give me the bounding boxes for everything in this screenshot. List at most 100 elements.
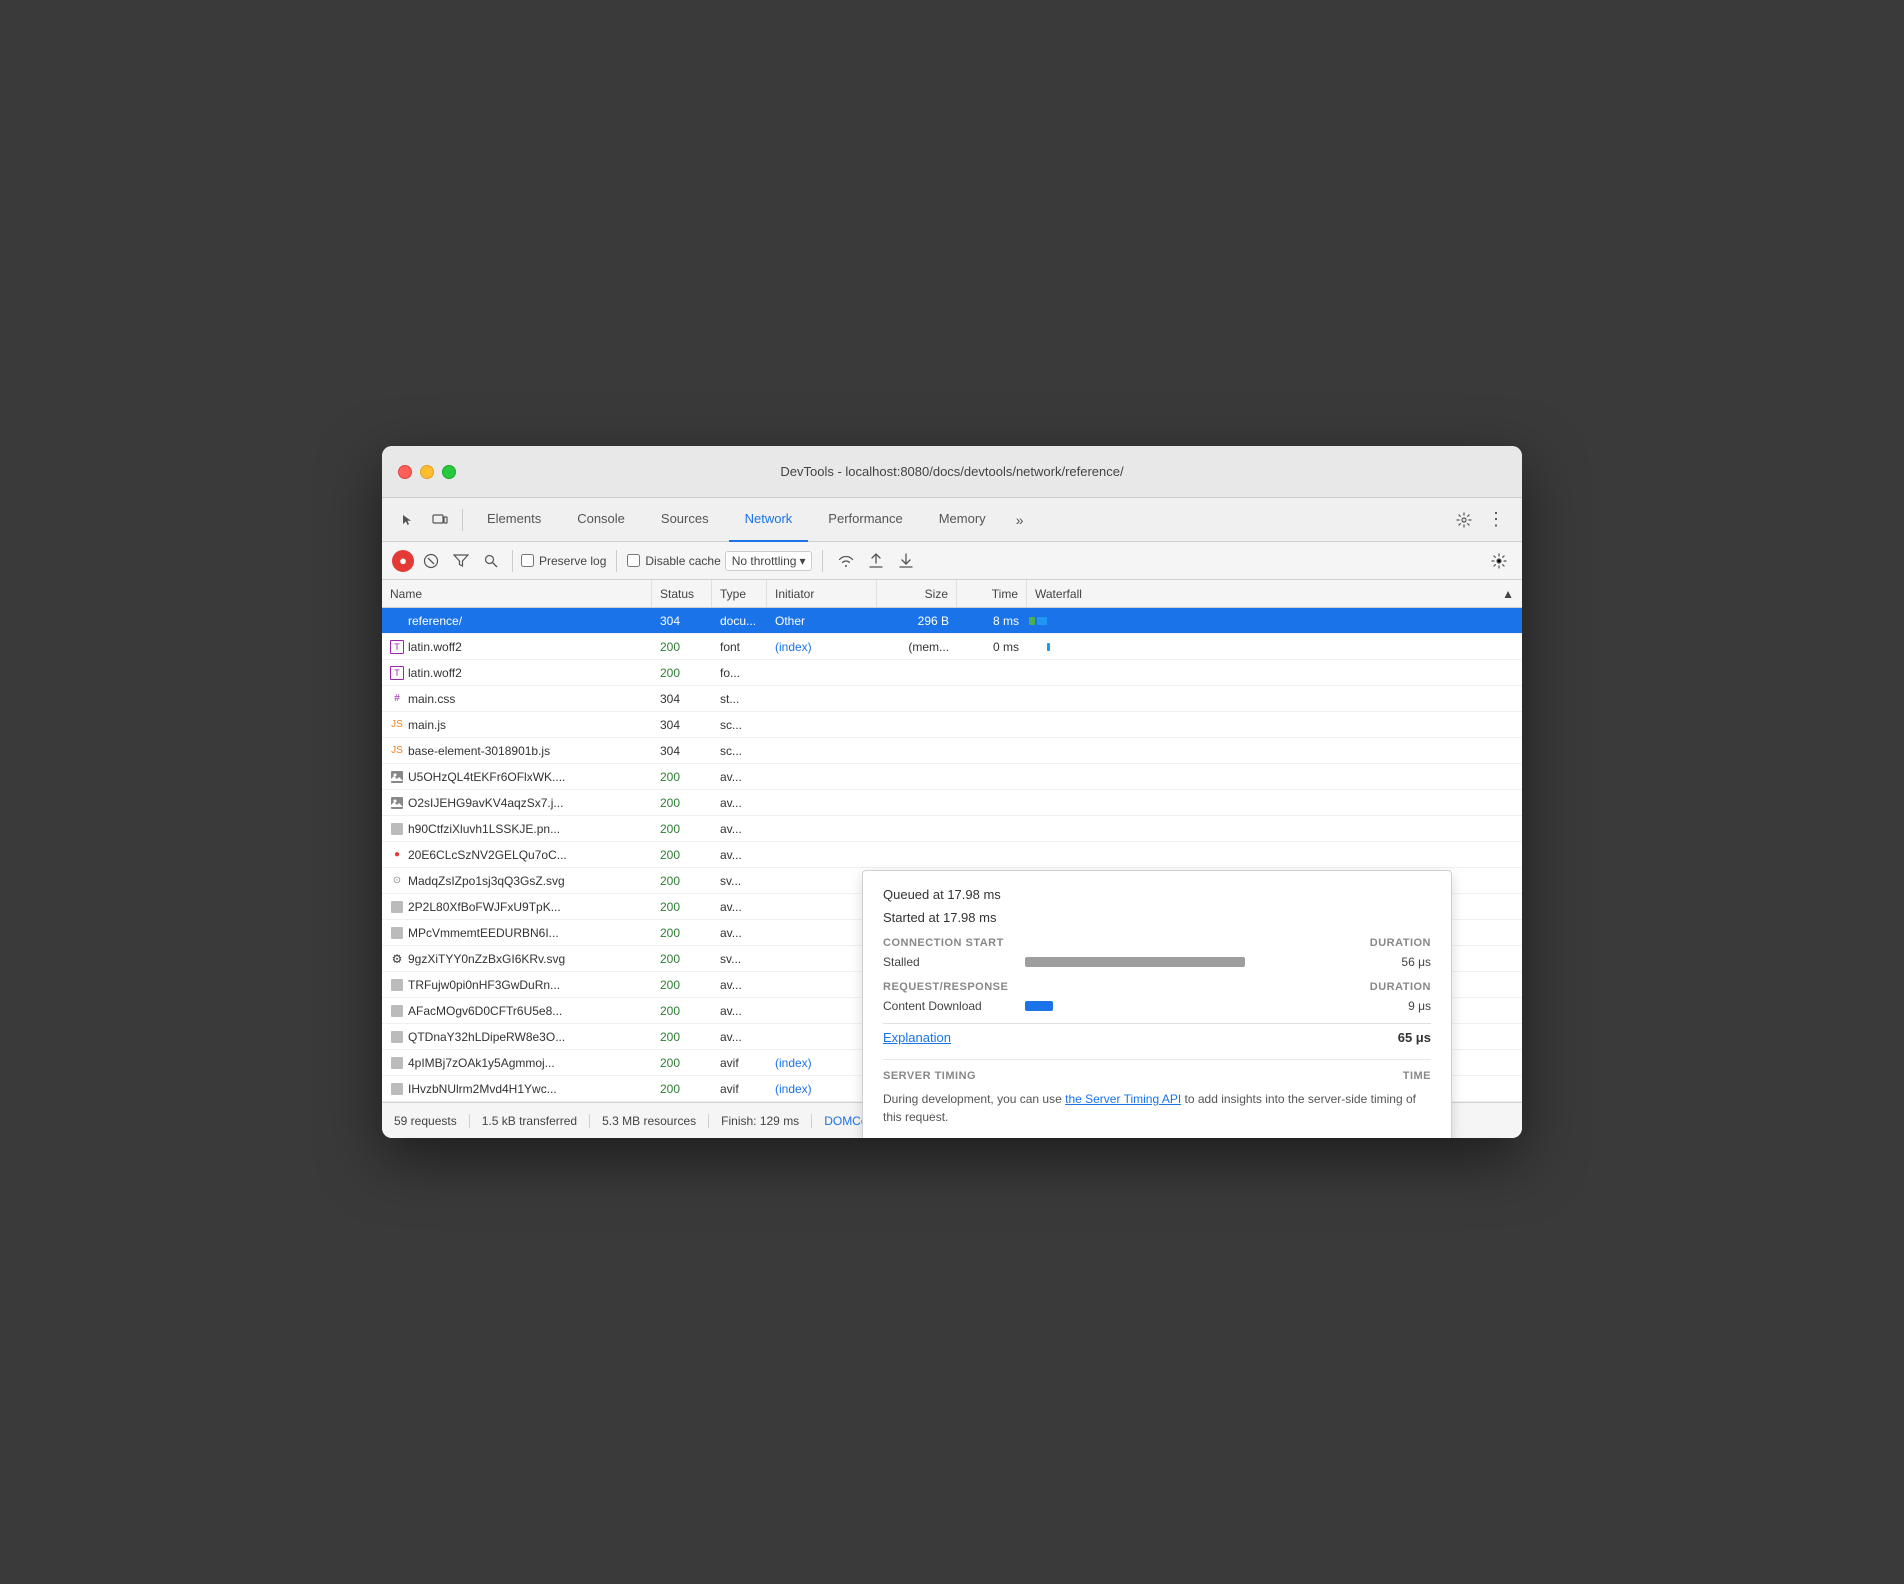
upload-icon[interactable] xyxy=(863,548,889,574)
col-waterfall[interactable]: Waterfall ▲ xyxy=(1027,580,1522,607)
traffic-lights xyxy=(398,465,456,479)
svg-icon: ⊙ xyxy=(390,874,404,888)
device-toolbar-icon[interactable] xyxy=(426,506,454,534)
tab-console[interactable]: Console xyxy=(561,498,641,542)
img-red-icon: ● xyxy=(390,848,404,862)
cursor-icon[interactable] xyxy=(394,506,422,534)
wf-blue-bar xyxy=(1037,617,1047,625)
connection-start-header: Connection Start DURATION xyxy=(883,937,1431,949)
resources-size: 5.3 MB resources xyxy=(590,1114,709,1128)
col-type[interactable]: Type xyxy=(712,580,767,607)
tab-network[interactable]: Network xyxy=(729,498,809,542)
table-row[interactable]: h90CtfziXluvh1LSSKJE.pn... 200 av... xyxy=(382,816,1522,842)
css-icon: # xyxy=(390,692,404,706)
table-row[interactable]: U5OHzQL4tEKFr6OFlxWK.... 200 av... xyxy=(382,764,1522,790)
img-icon xyxy=(390,926,404,940)
divider xyxy=(822,550,823,572)
doc-icon: ≡ xyxy=(390,614,404,628)
throttle-dropdown[interactable]: No throttling ▾ xyxy=(725,551,813,571)
img-icon xyxy=(390,900,404,914)
requests-count: 59 requests xyxy=(394,1114,470,1128)
img-icon xyxy=(390,1030,404,1044)
devtools-window: DevTools - localhost:8080/docs/devtools/… xyxy=(382,446,1522,1138)
wf-green-bar xyxy=(1029,617,1035,625)
finish-time: Finish: 129 ms xyxy=(709,1114,812,1128)
clear-button[interactable] xyxy=(418,548,444,574)
filter-icon[interactable] xyxy=(448,548,474,574)
close-button[interactable] xyxy=(398,465,412,479)
col-time[interactable]: Time xyxy=(957,580,1027,607)
preserve-log-checkbox[interactable]: Preserve log xyxy=(521,554,606,568)
table-row[interactable]: T latin.woff2 200 fo... xyxy=(382,660,1522,686)
network-panel: Name Status Type Initiator Size Time xyxy=(382,580,1522,1102)
table-row[interactable]: T latin.woff2 200 font (index) (mem... 0… xyxy=(382,634,1522,660)
img-icon xyxy=(390,1082,404,1096)
font-icon: T xyxy=(390,640,404,654)
more-options-icon[interactable]: ⋮ xyxy=(1482,506,1510,534)
disable-cache-checkbox[interactable]: Disable cache xyxy=(627,554,720,568)
table-row[interactable]: ● 20E6CLcSzNV2GELQu7oC... 200 av... xyxy=(382,842,1522,868)
col-status[interactable]: Status xyxy=(652,580,712,607)
stalled-bar xyxy=(1025,957,1245,967)
js-icon: JS xyxy=(390,718,404,732)
server-timing-api-link[interactable]: the Server Timing API xyxy=(1065,1092,1181,1106)
tab-elements[interactable]: Elements xyxy=(471,498,557,542)
img-icon xyxy=(390,822,404,836)
server-timing-section: Server Timing TIME During development, y… xyxy=(883,1059,1431,1126)
request-response-header: Request/Response DURATION xyxy=(883,981,1431,993)
gear-icon: ⚙ xyxy=(390,952,404,966)
table-row[interactable]: JS base-element-3018901b.js 304 sc... xyxy=(382,738,1522,764)
timing-total: Explanation 65 μs xyxy=(883,1023,1431,1045)
table-row[interactable]: JS main.js 304 sc... xyxy=(382,712,1522,738)
js-icon: JS xyxy=(390,744,404,758)
server-timing-desc: During development, you can use the Serv… xyxy=(883,1090,1431,1126)
tab-sources[interactable]: Sources xyxy=(645,498,725,542)
content-duration: 9 μs xyxy=(1371,999,1431,1013)
content-bar xyxy=(1025,1001,1053,1011)
table-header: Name Status Type Initiator Size Time xyxy=(382,580,1522,608)
table-row[interactable]: ≡ reference/ 304 docu... Other 296 B 8 m… xyxy=(382,608,1522,634)
minimize-button[interactable] xyxy=(420,465,434,479)
divider xyxy=(462,509,463,531)
col-initiator[interactable]: Initiator xyxy=(767,580,877,607)
font-icon: T xyxy=(390,666,404,680)
tab-bar: Elements Console Sources Network Perform… xyxy=(382,498,1522,542)
waterfall-bar xyxy=(1027,608,1522,634)
settings-icon[interactable] xyxy=(1450,506,1478,534)
tab-performance[interactable]: Performance xyxy=(812,498,918,542)
table-row[interactable]: O2sIJEHG9avKV4aqzSx7.j... 200 av... xyxy=(382,790,1522,816)
stalled-row: Stalled 56 μs xyxy=(883,955,1431,969)
download-icon[interactable] xyxy=(893,548,919,574)
filter-bar: ● Preserve log Disable cache No throttli… xyxy=(382,542,1522,580)
more-tabs-icon[interactable]: » xyxy=(1006,506,1034,534)
stalled-duration: 56 μs xyxy=(1371,955,1431,969)
content-download-row: Content Download 9 μs xyxy=(883,999,1431,1013)
divider xyxy=(616,550,617,572)
table-row[interactable]: # main.css 304 st... xyxy=(382,686,1522,712)
search-icon[interactable] xyxy=(478,548,504,574)
img-icon xyxy=(390,1056,404,1070)
network-settings-icon[interactable] xyxy=(1486,548,1512,574)
img-icon xyxy=(390,1004,404,1018)
wifi-icon[interactable] xyxy=(833,548,859,574)
window-title: DevTools - localhost:8080/docs/devtools/… xyxy=(780,464,1123,479)
server-timing-header: Server Timing TIME xyxy=(883,1070,1431,1082)
col-size[interactable]: Size xyxy=(877,580,957,607)
toolbar-right: ⋮ xyxy=(1450,506,1510,534)
transferred-size: 1.5 kB transferred xyxy=(470,1114,590,1128)
img-icon xyxy=(390,796,404,810)
img-icon xyxy=(390,978,404,992)
maximize-button[interactable] xyxy=(442,465,456,479)
tab-memory[interactable]: Memory xyxy=(923,498,1002,542)
record-button[interactable]: ● xyxy=(392,550,414,572)
divider xyxy=(512,550,513,572)
img-icon xyxy=(390,770,404,784)
col-name[interactable]: Name xyxy=(382,580,652,607)
total-duration: 65 μs xyxy=(1398,1030,1431,1045)
timing-popup: Queued at 17.98 ms Started at 17.98 ms C… xyxy=(862,870,1452,1138)
waterfall-cell xyxy=(1027,634,1522,660)
titlebar: DevTools - localhost:8080/docs/devtools/… xyxy=(382,446,1522,498)
explanation-link[interactable]: Explanation xyxy=(883,1030,951,1045)
queued-at: Queued at 17.98 ms xyxy=(883,887,1431,902)
started-at: Started at 17.98 ms xyxy=(883,910,1431,925)
